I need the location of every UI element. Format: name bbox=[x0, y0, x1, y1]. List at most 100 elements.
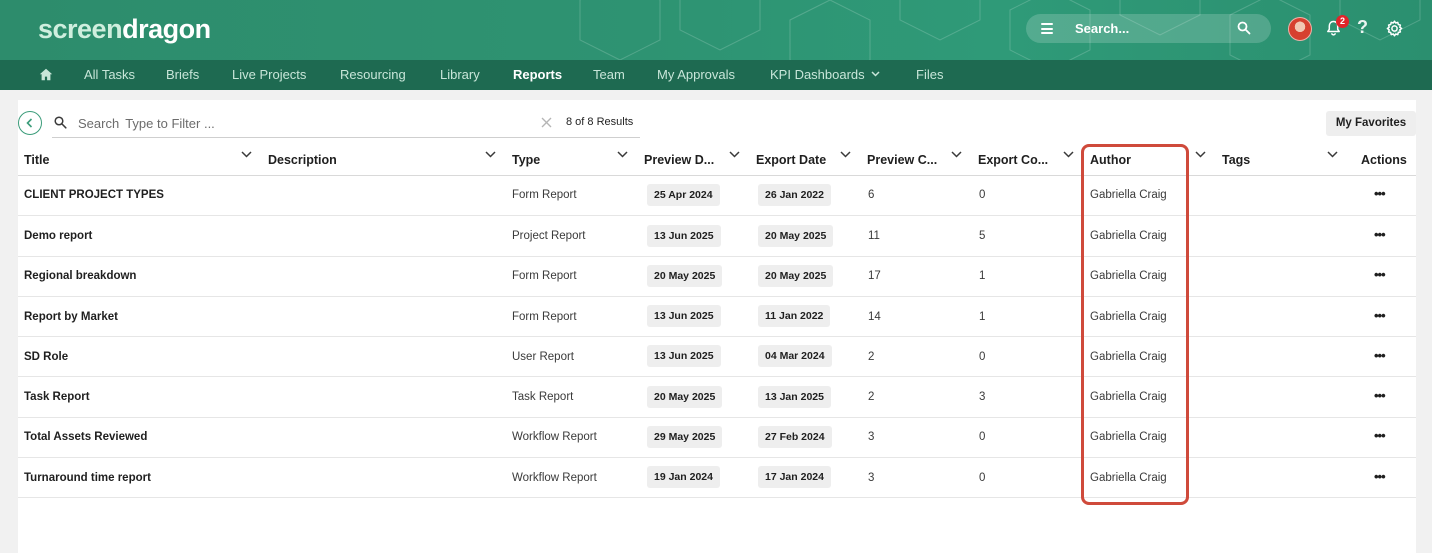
row-preview-date: 19 Jan 2024 bbox=[647, 466, 720, 488]
nav-resourcing[interactable]: Resourcing bbox=[340, 67, 406, 82]
row-preview-count: 6 bbox=[868, 189, 875, 201]
menu-icon[interactable] bbox=[1041, 23, 1053, 34]
more-actions-icon[interactable]: ••• bbox=[1374, 388, 1386, 403]
row-author: Gabriella Craig bbox=[1090, 391, 1167, 403]
row-type: Workflow Report bbox=[512, 472, 597, 484]
gear-icon[interactable] bbox=[1386, 20, 1403, 37]
chevron-down-icon[interactable] bbox=[241, 151, 252, 158]
row-title[interactable]: Total Assets Reviewed bbox=[24, 431, 147, 443]
column-header-preview-count[interactable]: Preview C... bbox=[867, 153, 937, 167]
back-button[interactable] bbox=[18, 111, 42, 135]
row-type: Task Report bbox=[512, 391, 574, 403]
row-preview-date: 20 May 2025 bbox=[647, 386, 723, 408]
more-actions-icon[interactable]: ••• bbox=[1374, 348, 1386, 363]
row-preview-date: 25 Apr 2024 bbox=[647, 184, 720, 206]
notification-badge: 2 bbox=[1336, 15, 1349, 28]
nav-briefs[interactable]: Briefs bbox=[166, 67, 199, 82]
row-title[interactable]: Task Report bbox=[24, 391, 90, 403]
row-type: Form Report bbox=[512, 270, 577, 282]
row-export-date: 04 Mar 2024 bbox=[758, 345, 832, 367]
search-icon[interactable] bbox=[1237, 21, 1251, 35]
column-header-title[interactable]: Title bbox=[24, 153, 49, 167]
home-icon[interactable] bbox=[39, 68, 53, 81]
more-actions-icon[interactable]: ••• bbox=[1374, 428, 1386, 443]
row-export-date: 17 Jan 2024 bbox=[758, 466, 831, 488]
clear-icon[interactable] bbox=[541, 117, 552, 128]
nav-kpi-dashboards[interactable]: KPI Dashboards bbox=[770, 67, 880, 82]
column-header-export-date[interactable]: Export Date bbox=[756, 153, 826, 167]
column-header-tags[interactable]: Tags bbox=[1222, 153, 1250, 167]
my-favorites-button[interactable]: My Favorites bbox=[1326, 111, 1416, 136]
chevron-down-icon[interactable] bbox=[617, 151, 628, 158]
row-divider bbox=[18, 457, 1416, 458]
column-header-preview-date[interactable]: Preview D... bbox=[644, 153, 714, 167]
row-author: Gabriella Craig bbox=[1090, 230, 1167, 242]
row-preview-date: 29 May 2025 bbox=[647, 426, 723, 448]
column-header-type[interactable]: Type bbox=[512, 153, 540, 167]
column-header-actions: Actions bbox=[1361, 153, 1407, 167]
nav-live-projects[interactable]: Live Projects bbox=[232, 67, 306, 82]
row-preview-count: 14 bbox=[868, 311, 881, 323]
column-header-export-count[interactable]: Export Co... bbox=[978, 153, 1048, 167]
nav-team[interactable]: Team bbox=[593, 67, 625, 82]
row-preview-count: 3 bbox=[868, 431, 875, 443]
more-actions-icon[interactable]: ••• bbox=[1374, 186, 1386, 201]
nav-my-approvals[interactable]: My Approvals bbox=[657, 67, 735, 82]
logo-text-dragon: dragon bbox=[122, 14, 211, 44]
column-header-author[interactable]: Author bbox=[1090, 153, 1131, 167]
nav-kpi-dashboards-label: KPI Dashboards bbox=[770, 67, 865, 82]
table-header-divider bbox=[18, 175, 1416, 176]
user-avatar[interactable] bbox=[1288, 17, 1312, 41]
row-export-count: 0 bbox=[979, 431, 986, 443]
chevron-down-icon bbox=[871, 71, 880, 77]
more-actions-icon[interactable]: ••• bbox=[1374, 227, 1386, 242]
result-count: 8 of 8 Results bbox=[566, 116, 634, 128]
filter-label: Search bbox=[78, 116, 120, 131]
row-divider bbox=[18, 336, 1416, 337]
row-preview-count: 2 bbox=[868, 391, 875, 403]
row-type: Form Report bbox=[512, 311, 577, 323]
chevron-down-icon[interactable] bbox=[485, 151, 496, 158]
more-actions-icon[interactable]: ••• bbox=[1374, 469, 1386, 484]
row-divider bbox=[18, 417, 1416, 418]
row-preview-count: 17 bbox=[868, 270, 881, 282]
row-author: Gabriella Craig bbox=[1090, 472, 1167, 484]
row-title[interactable]: Turnaround time report bbox=[24, 472, 151, 484]
nav-reports[interactable]: Reports bbox=[513, 67, 562, 82]
row-type: User Report bbox=[512, 351, 574, 363]
row-title[interactable]: SD Role bbox=[24, 351, 68, 363]
row-title[interactable]: Demo report bbox=[24, 230, 92, 242]
nav-files[interactable]: Files bbox=[916, 67, 943, 82]
nav-library[interactable]: Library bbox=[440, 67, 480, 82]
chevron-down-icon[interactable] bbox=[951, 151, 962, 158]
row-author: Gabriella Craig bbox=[1090, 351, 1167, 363]
row-divider bbox=[18, 215, 1416, 216]
row-type: Workflow Report bbox=[512, 431, 597, 443]
row-preview-count: 3 bbox=[868, 472, 875, 484]
row-divider bbox=[18, 256, 1416, 257]
chevron-down-icon[interactable] bbox=[1327, 151, 1338, 158]
chevron-down-icon[interactable] bbox=[840, 151, 851, 158]
row-export-count: 1 bbox=[979, 270, 986, 282]
row-preview-date: 13 Jun 2025 bbox=[647, 305, 721, 327]
chevron-down-icon[interactable] bbox=[1195, 151, 1206, 158]
row-export-date: 20 May 2025 bbox=[758, 265, 834, 287]
filter-input[interactable]: Search Type to Filter ... bbox=[78, 116, 215, 131]
row-export-count: 3 bbox=[979, 391, 986, 403]
chevron-down-icon[interactable] bbox=[1063, 151, 1074, 158]
screendragon-logo[interactable]: screendragon bbox=[38, 14, 211, 45]
help-icon[interactable]: ? bbox=[1357, 17, 1368, 38]
row-title[interactable]: Regional breakdown bbox=[24, 270, 136, 282]
global-search[interactable]: Search... bbox=[1026, 14, 1271, 43]
main-nav: All Tasks Briefs Live Projects Resourcin… bbox=[0, 60, 1432, 90]
logo-text-screen: screen bbox=[38, 14, 123, 44]
more-actions-icon[interactable]: ••• bbox=[1374, 267, 1386, 282]
nav-all-tasks[interactable]: All Tasks bbox=[84, 67, 135, 82]
row-export-count: 5 bbox=[979, 230, 986, 242]
row-divider bbox=[18, 296, 1416, 297]
more-actions-icon[interactable]: ••• bbox=[1374, 308, 1386, 323]
row-title[interactable]: CLIENT PROJECT TYPES bbox=[24, 189, 164, 201]
row-title[interactable]: Report by Market bbox=[24, 311, 118, 323]
chevron-down-icon[interactable] bbox=[729, 151, 740, 158]
column-header-description[interactable]: Description bbox=[268, 153, 337, 167]
